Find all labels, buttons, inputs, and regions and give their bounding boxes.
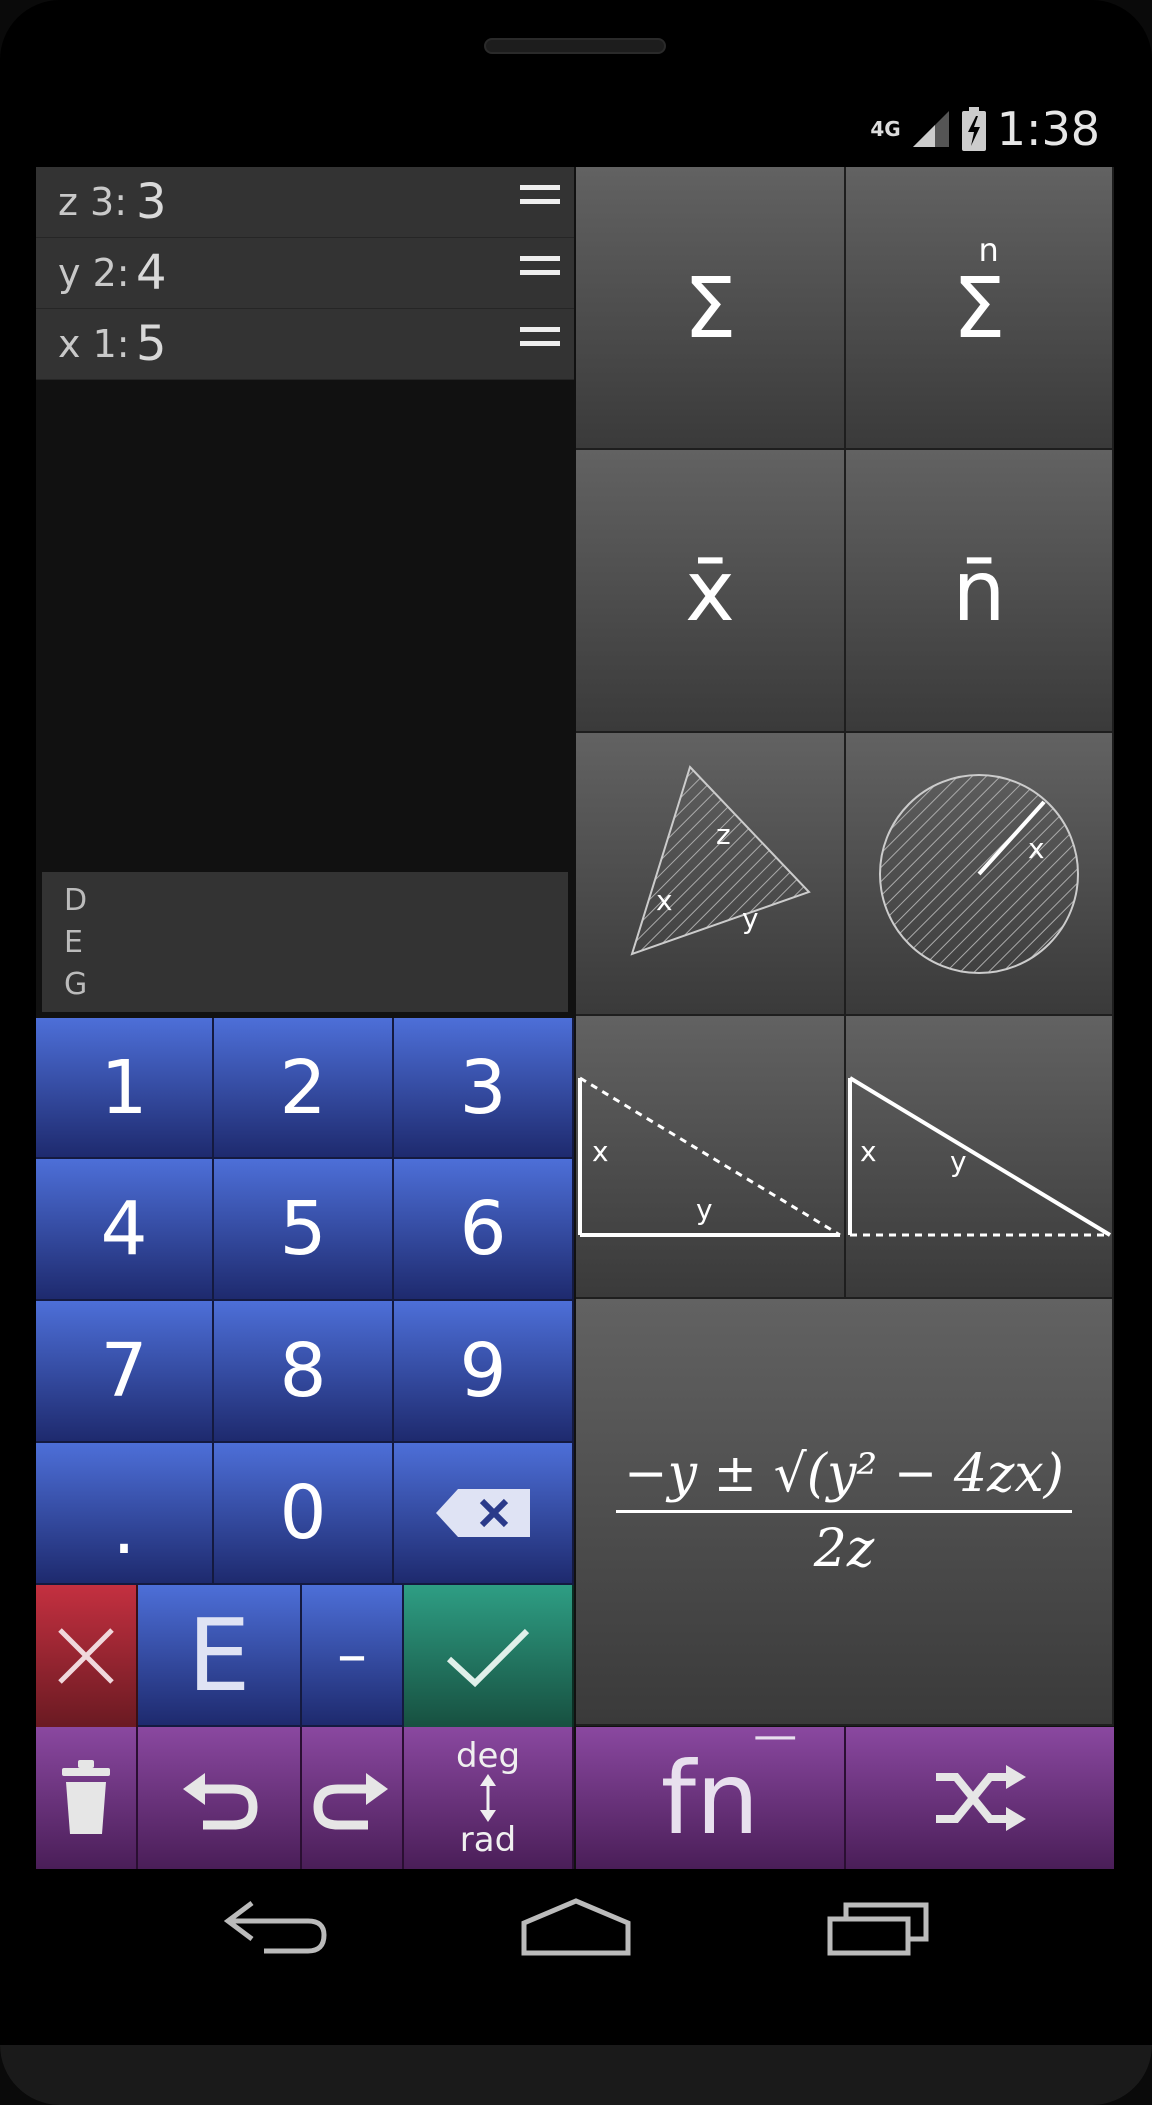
stack-index: 3: [90,180,128,224]
key-9[interactable]: 9 [394,1301,574,1443]
drag-handle-icon[interactable] [520,317,560,357]
network-type: 4G [870,117,901,141]
rad-label: rad [459,1820,517,1860]
redo-icon [313,1773,388,1830]
redo-button[interactable] [302,1727,404,1869]
negate-button[interactable]: – [302,1585,404,1727]
stack-register: x [58,322,81,366]
home-icon[interactable] [520,1897,632,1957]
mean-x-button[interactable]: x̄ [576,450,846,733]
circle-area-button[interactable]: x [846,733,1114,1016]
speaker-grille [484,38,666,54]
deg-rad-toggle-button[interactable]: deg rad [404,1727,574,1869]
enter-button[interactable] [404,1585,574,1727]
key-3[interactable]: 3 [394,1018,574,1159]
key-decimal[interactable]: . [36,1443,214,1585]
check-icon [446,1628,530,1688]
deg-label: deg [455,1736,521,1776]
quadratic-numerator: −y ± √(y² − 4zx) [616,1444,1072,1513]
angle-mode-indicator: D E G [42,872,568,1012]
delete-button[interactable] [36,1727,138,1869]
stack-value: 3 [136,174,167,230]
key-7[interactable]: 7 [36,1301,214,1443]
stack-row-y[interactable]: y 2: 4 [36,238,574,309]
phone-bottom-bezel [0,2045,1152,2105]
svg-text:z: z [716,818,731,851]
drag-handle-icon[interactable] [520,175,560,215]
recent-apps-icon[interactable] [826,1897,932,1957]
key-4[interactable]: 4 [36,1159,214,1301]
clear-button[interactable] [36,1585,138,1727]
triangle-area-button[interactable]: z x y [576,733,846,1016]
svg-text:y: y [696,1193,713,1226]
inverse-function-button[interactable]: fn — [576,1727,846,1869]
backspace-button[interactable] [394,1443,574,1585]
stack-row-z[interactable]: z 3: 3 [36,167,574,238]
mode-letter: E [64,925,83,960]
circle-area-icon: x [879,774,1079,974]
triangle-area-icon: z x y [630,765,811,956]
key-2[interactable]: 2 [214,1018,394,1159]
mode-letter: G [64,967,88,1002]
backspace-icon [436,1489,530,1537]
navigation-bar [0,1885,1152,2005]
quadratic-button[interactable]: −y ± √(y² − 4zx) 2z [576,1299,1114,1726]
stack-value: 4 [136,245,167,301]
hypotenuse-button[interactable]: x y [576,1016,846,1299]
leg-button[interactable]: x y [846,1016,1114,1299]
signal-icon [912,111,949,147]
clock: 1:38 [996,102,1100,156]
key-8[interactable]: 8 [214,1301,394,1443]
fn-inverse-icon: fn — [661,1727,798,1857]
drag-handle-icon[interactable] [520,246,560,286]
mode-letter: D [64,883,88,918]
mean-n-icon: n̄ [952,541,1006,640]
undo-button[interactable] [138,1727,302,1869]
key-6[interactable]: 6 [394,1159,574,1301]
up-down-arrow-icon [480,1774,496,1822]
svg-text:x: x [860,1135,877,1168]
sum-n-button[interactable]: Σ n [846,167,1114,450]
trash-icon [62,1760,110,1834]
mean-n-button[interactable]: n̄ [846,450,1114,733]
key-5[interactable]: 5 [214,1159,394,1301]
stack-register: z [58,180,78,224]
right-triangle-hyp-icon: x y [578,1076,841,1237]
phone-frame: 4G 1:38 z 3: 3 y 2: 4 x 1: 5 D E G Σ Σ n… [0,0,1152,2105]
clear-x-icon [58,1628,114,1684]
exponent-button[interactable]: E [138,1585,302,1727]
stack-index: 1: [92,322,130,366]
key-1[interactable]: 1 [36,1018,214,1159]
stack-value: 5 [136,316,167,372]
sum-n-icon: Σ n [952,230,1006,357]
stack-display: z 3: 3 y 2: 4 x 1: 5 [36,167,574,381]
calculator-screen: z 3: 3 y 2: 4 x 1: 5 D E G Σ Σ n x̄ n̄ z… [36,167,1114,1869]
svg-text:x: x [656,884,673,917]
stack-register: y [58,251,81,295]
svg-text:x: x [592,1135,609,1168]
stack-row-x[interactable]: x 1: 5 [36,309,574,380]
shuffle-icon [936,1765,1026,1831]
sum-icon: Σ [683,258,737,357]
battery-charging-icon [961,107,986,151]
stack-index: 2: [92,251,130,295]
fn-superscript: — [753,1727,798,1761]
mean-x-icon: x̄ [685,541,735,640]
sum-n-superscript: n [978,230,999,269]
back-icon[interactable] [224,1897,328,1957]
right-triangle-leg-icon: x y [848,1076,1112,1237]
sum-button[interactable]: Σ [576,167,846,450]
quadratic-formula: −y ± √(y² − 4zx) 2z [616,1444,1072,1579]
key-0[interactable]: 0 [214,1443,394,1585]
svg-text:y: y [742,902,759,935]
svg-text:y: y [950,1145,967,1178]
undo-icon [183,1773,258,1830]
svg-text:x: x [1028,832,1045,865]
status-bar: 4G 1:38 [870,98,1100,160]
shuffle-button[interactable] [846,1727,1114,1869]
quadratic-denominator: 2z [813,1519,875,1579]
